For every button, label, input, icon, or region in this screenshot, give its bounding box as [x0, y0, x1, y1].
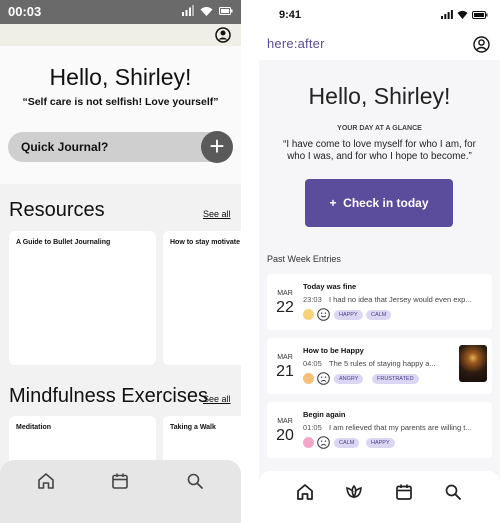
- left-phone-screen: 00:03 Hello, Shirley! “Self care is not …: [0, 0, 241, 523]
- status-icons: [441, 10, 488, 19]
- exercise-card-title: Taking a Walk: [170, 424, 216, 431]
- greeting-title: Hello, Shirley!: [308, 83, 451, 109]
- wifi-icon: [200, 6, 213, 16]
- mood-tag: ANGRY: [334, 374, 364, 384]
- entry-time: 23:03: [303, 295, 322, 304]
- status-bar: 00:03: [0, 0, 241, 24]
- bottom-tab-bar: [259, 471, 500, 523]
- mood-tag: CALM: [366, 310, 392, 320]
- right-phone-screen: 9:41 here:after Hello, Shirley! YOUR DAY…: [259, 0, 500, 523]
- status-time: 9:41: [279, 9, 302, 21]
- signal-icon: [441, 10, 453, 19]
- search-icon[interactable]: [185, 471, 205, 491]
- mood-color-dot: [303, 373, 314, 384]
- entry-day: 22: [276, 299, 294, 316]
- mood-tag: CALM: [334, 438, 360, 448]
- home-icon[interactable]: [36, 471, 56, 491]
- resource-card[interactable]: How to stay motivate: [163, 231, 241, 365]
- app-bar: [0, 24, 241, 46]
- smile-face-icon: [317, 308, 330, 321]
- screen-comparison: 00:03 Hello, Shirley! “Self care is not …: [0, 0, 500, 523]
- mindfulness-heading: Mindfulness Exercises: [9, 385, 208, 407]
- quick-journal-button[interactable]: Quick Journal? +: [8, 131, 233, 163]
- status-time: 00:03: [8, 4, 42, 19]
- frown-face-icon: [317, 436, 330, 449]
- bottom-tab-bar: [0, 460, 241, 523]
- entry-excerpt: The 5 rules of staying happy a...: [329, 359, 436, 368]
- lotus-icon[interactable]: [344, 482, 364, 502]
- daily-quote: “Self care is not selfish! Love yourself…: [22, 96, 219, 108]
- resource-card-title: How to stay motivate: [170, 239, 241, 246]
- home-icon[interactable]: [295, 482, 315, 502]
- app-logo: here:after: [267, 36, 325, 51]
- frown-face-icon: [317, 372, 330, 385]
- entry-month: MAR: [277, 354, 293, 361]
- entry-title: How to be Happy: [303, 346, 364, 355]
- entry-month: MAR: [277, 418, 293, 425]
- mindfulness-see-all-link[interactable]: See all: [203, 394, 231, 404]
- mood-tag: HAPPY: [334, 310, 363, 320]
- account-icon[interactable]: [473, 36, 490, 53]
- entry-time: 04:05: [303, 359, 322, 368]
- entry-excerpt: I am relieved that my parents are willin…: [329, 423, 472, 432]
- signal-icon: [182, 5, 194, 16]
- resource-card-title: A Guide to Bullet Journaling: [16, 239, 111, 246]
- greeting-title: Hello, Shirley!: [49, 64, 192, 90]
- app-header: here:after: [259, 30, 500, 60]
- battery-icon: [472, 10, 488, 19]
- mood-tag: HAPPY: [366, 438, 395, 448]
- status-bar: 9:41: [259, 0, 500, 30]
- mood-color-dot: [303, 437, 314, 448]
- resources-see-all-link[interactable]: See all: [203, 209, 231, 219]
- battery-icon: [219, 6, 233, 15]
- entry-day: 20: [276, 427, 294, 444]
- mood-color-dot: [303, 309, 314, 320]
- journal-entry-card[interactable]: MAR 22 Today was fine 23:03 I had no ide…: [267, 274, 492, 330]
- day-glance-label: YOUR DAY AT A GLANCE: [337, 125, 422, 132]
- mood-tag: FRUSTRATED: [372, 374, 419, 384]
- entry-title: Today was fine: [303, 282, 357, 291]
- calendar-icon[interactable]: [394, 482, 414, 502]
- journal-entry-card[interactable]: MAR 20 Begin again 01:05 I am relieved t…: [267, 402, 492, 458]
- entry-day: 21: [276, 363, 294, 380]
- exercise-card-title: Meditation: [16, 424, 51, 431]
- check-in-label: Check in today: [343, 196, 429, 210]
- plus-icon[interactable]: +: [201, 131, 233, 163]
- entry-title: Begin again: [303, 410, 346, 419]
- entry-time: 01:05: [303, 423, 322, 432]
- entry-month: MAR: [277, 290, 293, 297]
- past-week-heading: Past Week Entries: [267, 254, 341, 264]
- journal-entry-card[interactable]: MAR 21 How to be Happy 04:05 The 5 rules…: [267, 338, 492, 394]
- entry-thumbnail-image: [459, 345, 487, 382]
- greeting-section: Hello, Shirley! “Self care is not selfis…: [0, 46, 241, 184]
- daily-quote: “I have come to love myself for who I am…: [283, 139, 476, 162]
- calendar-icon[interactable]: [110, 471, 130, 491]
- plus-icon: +: [329, 196, 337, 210]
- resource-card[interactable]: A Guide to Bullet Journaling: [9, 231, 156, 365]
- quick-journal-label: Quick Journal?: [21, 140, 109, 154]
- entry-excerpt: I had no idea that Jersey would even exp…: [329, 295, 472, 304]
- resources-heading: Resources: [9, 199, 105, 221]
- check-in-button[interactable]: + Check in today: [305, 179, 453, 227]
- account-icon[interactable]: [215, 27, 231, 43]
- wifi-icon: [457, 10, 468, 19]
- search-icon[interactable]: [443, 482, 463, 502]
- status-icons: [182, 5, 233, 16]
